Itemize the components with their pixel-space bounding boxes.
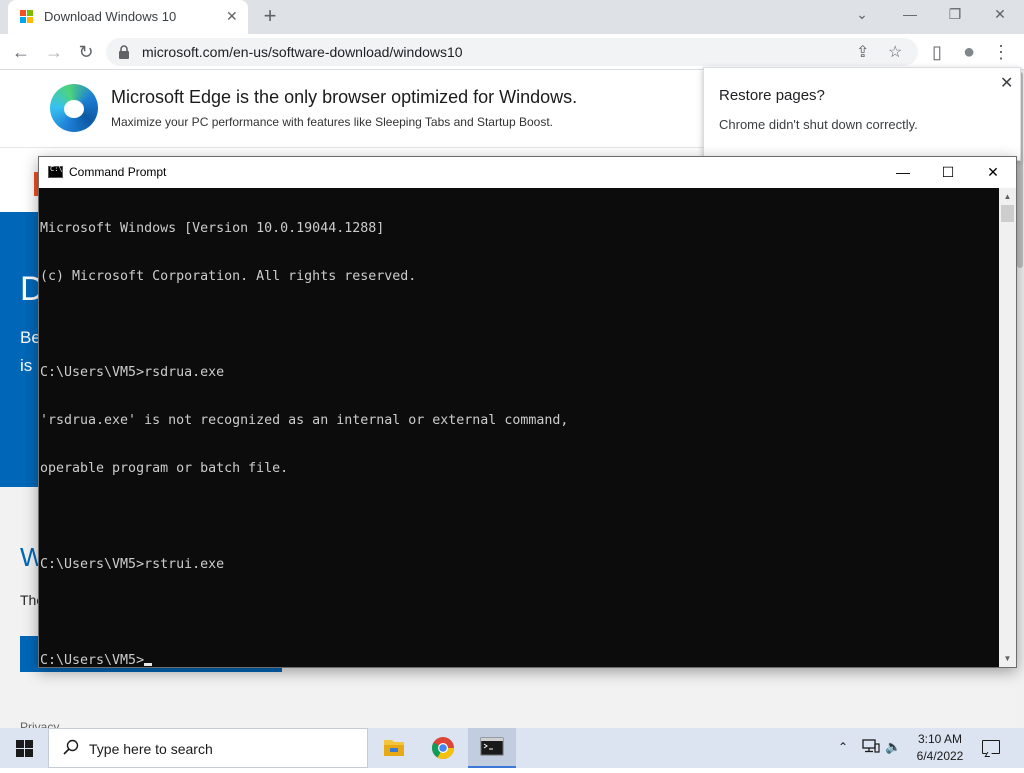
chrome-taskbar-button[interactable]	[419, 728, 467, 768]
privacy-link[interactable]: Privacy	[20, 720, 59, 728]
search-icon	[63, 739, 79, 755]
browser-tab[interactable]: Download Windows 10 ✕	[8, 0, 248, 34]
restore-popup-title: Restore pages?	[719, 87, 825, 104]
microsoft-logo-icon	[20, 10, 34, 24]
console-line: Microsoft Windows [Version 10.0.19044.12…	[40, 221, 385, 236]
chrome-menu-icon[interactable]: ⋮	[988, 39, 1014, 65]
cmd-icon	[480, 737, 504, 756]
windows-taskbar: Type here to search ⌃ 🔈 3:10 AM 6/4/2022	[0, 728, 1024, 768]
start-button[interactable]	[0, 728, 48, 768]
command-prompt-window: C:\_ Command Prompt — ☐ ✕ Microsoft Wind…	[38, 156, 1017, 668]
chrome-icon	[432, 737, 454, 759]
folder-icon	[384, 740, 404, 756]
browser-toolbar: ← → ↻ microsoft.com/en-us/software-downl…	[0, 34, 1024, 70]
clock-date[interactable]: 6/4/2022	[912, 749, 968, 763]
tab-search-icon[interactable]: ⌄	[850, 6, 874, 23]
tab-title: Download Windows 10	[44, 9, 177, 24]
cmd-minimize-button[interactable]: —	[880, 157, 926, 188]
address-bar[interactable]: microsoft.com/en-us/software-download/wi…	[106, 38, 918, 66]
console-line: 'rsdrua.exe' is not recognized as an int…	[40, 413, 569, 428]
side-panel-icon[interactable]: ▯	[924, 39, 950, 65]
hero-text-line2: is	[20, 356, 33, 375]
file-explorer-taskbar-button[interactable]	[370, 728, 418, 768]
restore-popup-message: Chrome didn't shut down correctly.	[719, 117, 918, 132]
show-hidden-icons-chevron-icon[interactable]: ⌃	[838, 740, 848, 754]
scroll-down-arrow-icon[interactable]: ▼	[999, 650, 1016, 667]
cmd-close-button[interactable]: ✕	[970, 157, 1016, 188]
browser-minimize-button[interactable]: —	[898, 6, 922, 22]
network-icon[interactable]	[862, 739, 880, 753]
browser-restore-button[interactable]: ❐	[943, 6, 967, 23]
reload-icon[interactable]: ↻	[73, 39, 99, 65]
microsoft-edge-logo-icon	[50, 84, 98, 132]
clock-time[interactable]: 3:10 AM	[916, 732, 964, 746]
back-arrow-icon[interactable]: ←	[8, 39, 34, 65]
edge-banner-title: Microsoft Edge is the only browser optim…	[111, 87, 578, 107]
console-line: operable program or batch file.	[40, 461, 289, 476]
lock-icon	[119, 45, 129, 59]
console-prompt-line[interactable]: C:\Users\VM5>	[40, 653, 998, 667]
forward-arrow-icon[interactable]: →	[41, 39, 67, 65]
text-cursor	[144, 663, 153, 666]
tab-close-icon[interactable]: ✕	[226, 8, 238, 25]
profile-avatar-icon[interactable]: ●	[956, 39, 982, 65]
cmd-scrollbar-thumb[interactable]	[1001, 205, 1014, 222]
cmd-app-icon: C:\_	[48, 165, 67, 178]
console-prompt: C:\Users\VM5>	[40, 653, 145, 667]
cmd-maximize-button[interactable]: ☐	[925, 157, 971, 188]
notification-center-icon[interactable]	[982, 740, 1000, 754]
console-line: C:\Users\VM5>rsdrua.exe	[40, 365, 225, 380]
share-icon[interactable]: ⇪	[856, 42, 869, 62]
console-line: C:\Users\VM5>rstrui.exe	[40, 557, 225, 572]
command-prompt-taskbar-button[interactable]	[468, 728, 516, 768]
restore-pages-popup: Restore pages? Chrome didn't shut down c…	[703, 67, 1021, 161]
cmd-title-bar[interactable]: C:\_ Command Prompt — ☐ ✕	[39, 157, 1016, 188]
bookmark-star-icon[interactable]: ☆	[888, 42, 902, 62]
volume-icon[interactable]: 🔈	[885, 739, 901, 755]
console-line: (c) Microsoft Corporation. All rights re…	[40, 269, 417, 284]
browser-tab-strip: Download Windows 10 ✕ + ⌄ — ❐ ✕	[0, 0, 1024, 34]
url-text: microsoft.com/en-us/software-download/wi…	[142, 44, 463, 60]
scroll-up-arrow-icon[interactable]: ▲	[999, 188, 1016, 205]
cmd-window-title: Command Prompt	[69, 165, 167, 179]
browser-close-button[interactable]: ✕	[988, 6, 1012, 23]
edge-banner-subtitle: Maximize your PC performance with featur…	[111, 115, 553, 129]
taskbar-search-box[interactable]: Type here to search	[48, 728, 368, 768]
cmd-vertical-scrollbar[interactable]: ▲ ▼	[999, 188, 1016, 667]
restore-popup-close-icon[interactable]: ✕	[1000, 73, 1013, 93]
new-tab-button[interactable]: +	[258, 4, 282, 28]
search-placeholder: Type here to search	[89, 741, 213, 757]
console-output[interactable]: Microsoft Windows [Version 10.0.19044.12…	[39, 188, 999, 667]
